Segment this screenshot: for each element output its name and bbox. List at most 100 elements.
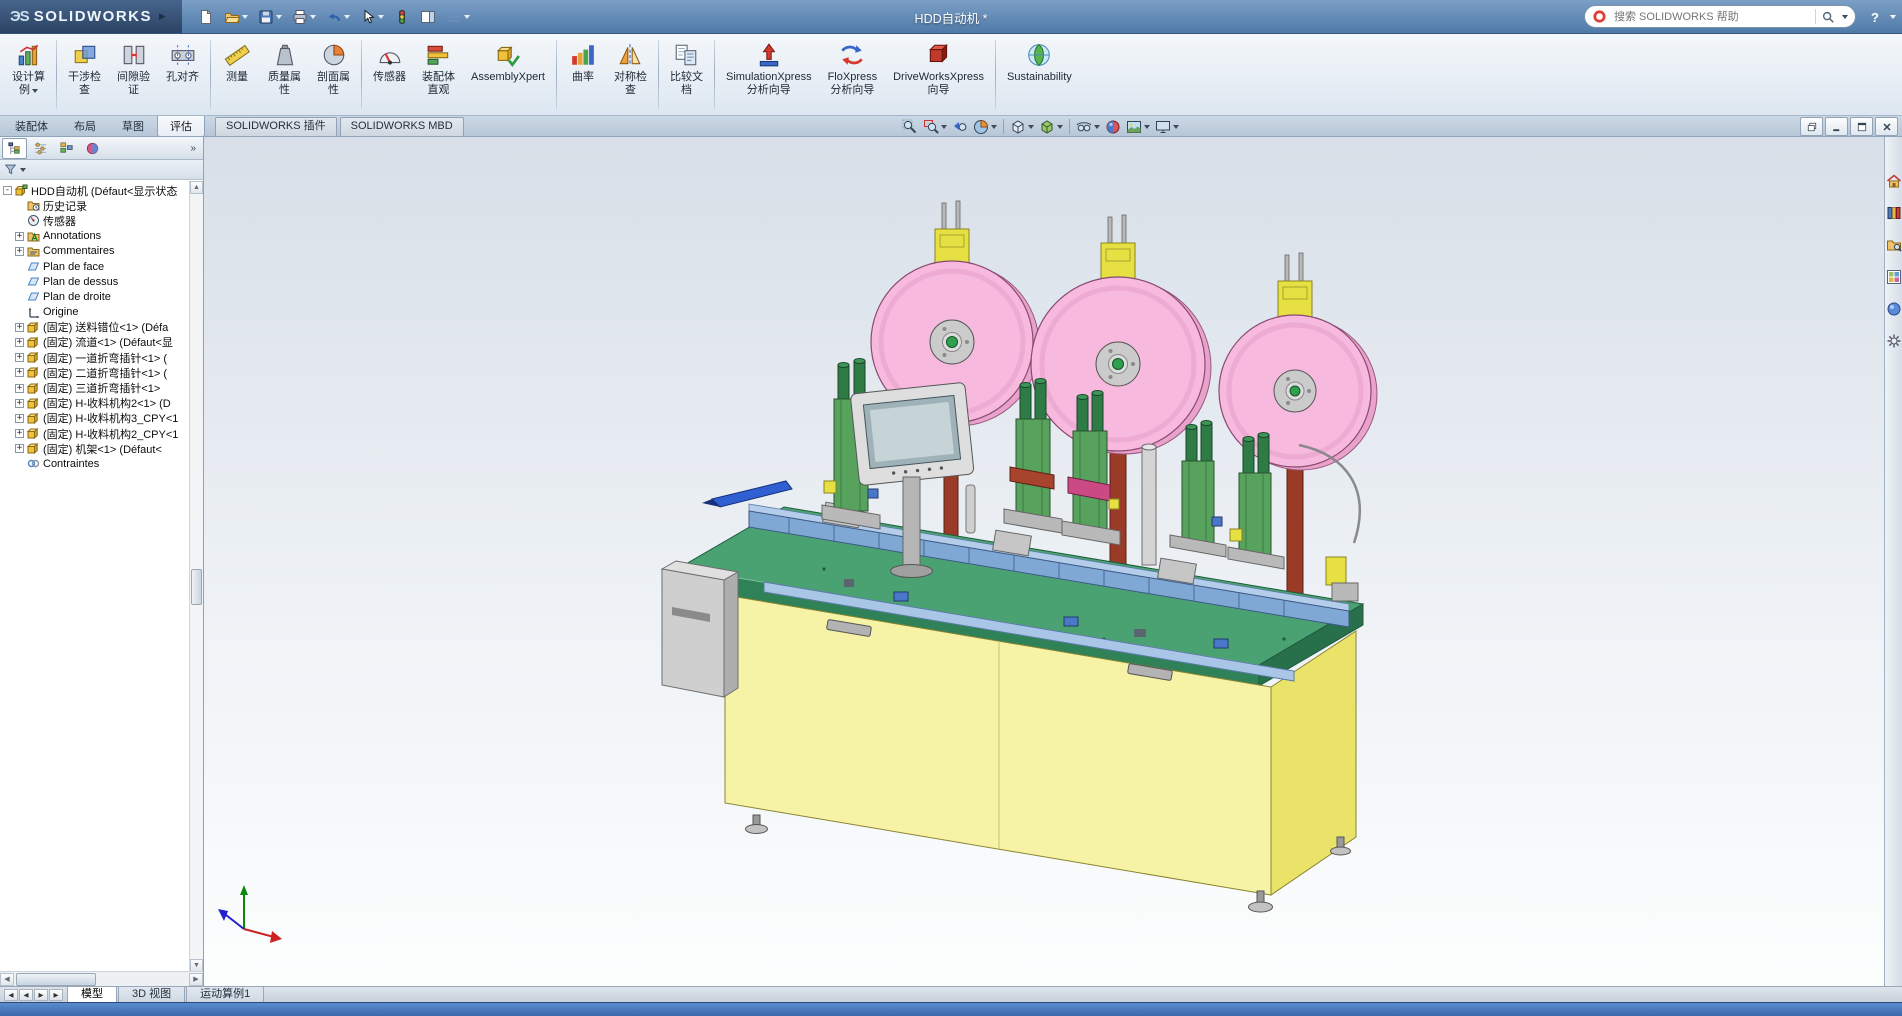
assembly-3d-model[interactable] (204, 137, 1884, 986)
rebuild-button[interactable] (390, 3, 414, 31)
file-explorer-tab[interactable] (1886, 237, 1902, 258)
display-style-button[interactable] (1037, 116, 1065, 137)
horizontal-scroll-thumb[interactable] (16, 973, 96, 986)
zoom-area-button[interactable] (921, 116, 949, 137)
graphics-viewport[interactable] (204, 137, 1884, 986)
expand-icon[interactable]: + (15, 353, 24, 362)
nav-first-button[interactable]: ◀ (4, 989, 18, 1001)
display-pane-button[interactable] (416, 3, 440, 31)
sustainability-button[interactable]: Sustainability (999, 36, 1080, 110)
help-button[interactable]: ? (1867, 9, 1883, 26)
resources-tab[interactable] (1886, 173, 1902, 194)
custom-properties-tab[interactable] (1886, 333, 1902, 354)
select-button[interactable] (356, 3, 388, 31)
expand-icon[interactable]: + (15, 232, 24, 241)
zoom-fit-button[interactable] (900, 116, 920, 137)
help-caret-icon[interactable] (1890, 15, 1896, 19)
expand-icon[interactable]: + (15, 247, 24, 256)
search-box[interactable] (1584, 5, 1856, 28)
view-orientation-button[interactable] (1008, 116, 1036, 137)
configurationmanager-tab[interactable] (54, 138, 79, 159)
hole-align-button[interactable]: 孔对齐 (158, 36, 207, 110)
scroll-right-icon[interactable]: ▶ (189, 973, 203, 986)
view-settings-button[interactable] (1153, 116, 1181, 137)
tab-motion-study-1[interactable]: 运动算例1 (186, 986, 264, 1002)
tab-solidworks-mbd[interactable]: SOLIDWORKS MBD (340, 117, 464, 137)
stylus-part[interactable] (702, 481, 792, 507)
tree-item[interactable]: Origine (0, 305, 190, 320)
tree-item[interactable]: Plan de droite (0, 289, 190, 304)
tree-item[interactable]: Plan de face (0, 259, 190, 274)
search-input[interactable] (1612, 10, 1810, 24)
win-restore-button[interactable] (1800, 117, 1823, 136)
panel-overflow-button[interactable]: » (185, 143, 201, 154)
tree-item[interactable]: +(固定) H-收料机构2_CPY<1 (0, 426, 190, 441)
tab-sketch[interactable]: 草图 (109, 116, 157, 137)
tree-item[interactable]: +Annotations (0, 229, 190, 244)
nav-next-button[interactable]: ▶ (34, 989, 48, 1001)
mass-props-button[interactable]: 质量属性 (260, 36, 309, 110)
tree-item[interactable]: -HDD自动机 (Défaut<显示状态 (0, 183, 190, 198)
tab-solidworks-addins[interactable]: SOLIDWORKS 插件 (215, 117, 337, 137)
appearances-tab[interactable] (1886, 301, 1902, 322)
design-library-tab[interactable] (1886, 205, 1902, 226)
tab-model[interactable]: 模型 (67, 986, 117, 1002)
tab-layout[interactable]: 布局 (61, 116, 109, 137)
search-caret-icon[interactable] (1842, 15, 1848, 19)
search-icon[interactable] (1821, 10, 1835, 24)
tree-item[interactable]: +(固定) 机架<1> (Défaut< (0, 441, 190, 456)
collapse-icon[interactable]: - (3, 186, 12, 195)
view-palette-tab[interactable] (1886, 269, 1902, 290)
menu-flyout-icon[interactable]: ▶ (159, 11, 166, 22)
assembly-xpert-button[interactable]: AssemblyXpert (463, 36, 553, 110)
vertical-scroll-thumb[interactable] (191, 569, 202, 605)
expand-icon[interactable]: + (15, 384, 24, 393)
tree-item[interactable]: +(固定) 一道折弯插针<1> ( (0, 350, 190, 365)
tree-horizontal-scrollbar[interactable]: ◀ ▶ (0, 971, 203, 986)
new-document-button[interactable] (194, 3, 218, 31)
tree-item[interactable]: +(固定) H-收料机构3_CPY<1 (0, 411, 190, 426)
section-view-button[interactable] (971, 116, 999, 137)
reel-2[interactable] (1031, 277, 1211, 454)
featuremanager-tab[interactable] (2, 138, 27, 159)
open-button[interactable] (220, 3, 252, 31)
options-button[interactable] (442, 3, 474, 31)
expand-icon[interactable]: + (15, 399, 24, 408)
curvature-button[interactable]: 曲率 (560, 36, 606, 110)
scroll-up-icon[interactable]: ▲ (190, 181, 203, 194)
tree-item[interactable]: +(固定) 送料错位<1> (Défa (0, 320, 190, 335)
win-close-button[interactable] (1875, 117, 1898, 136)
tab-evaluate[interactable]: 评估 (157, 116, 205, 137)
tree-item[interactable]: 传感器 (0, 213, 190, 228)
undo-button[interactable] (322, 3, 354, 31)
sensor-button[interactable]: 传感器 (365, 36, 414, 110)
nav-last-button[interactable]: ▶ (49, 989, 63, 1001)
scroll-left-icon[interactable]: ◀ (0, 973, 14, 986)
section-props-button[interactable]: 剖面属性 (309, 36, 358, 110)
interference-button[interactable]: 干涉检查 (60, 36, 109, 110)
save-button[interactable] (254, 3, 286, 31)
nav-prev-button[interactable]: ◀ (19, 989, 33, 1001)
tree-item[interactable]: +Commentaires (0, 244, 190, 259)
visualize-button[interactable]: 装配体直观 (414, 36, 463, 110)
measure-button[interactable]: 测量 (214, 36, 260, 110)
apply-scene-button[interactable] (1124, 116, 1152, 137)
collection-bin[interactable] (662, 561, 738, 697)
expand-icon[interactable]: + (15, 323, 24, 332)
tree-item[interactable]: +(固定) H-收料机构2<1> (D (0, 396, 190, 411)
expand-icon[interactable]: + (15, 338, 24, 347)
filter-caret-icon[interactable] (20, 168, 26, 172)
symmetry-button[interactable]: 对称检查 (606, 36, 655, 110)
driveworks-xpress-button[interactable]: DriveWorksXpress向导 (885, 36, 992, 110)
tree-item[interactable]: +(固定) 二道折弯插针<1> ( (0, 365, 190, 380)
clearance-button[interactable]: 间隙验证 (109, 36, 158, 110)
expand-icon[interactable]: + (15, 444, 24, 453)
tree-item[interactable]: 历史记录 (0, 198, 190, 213)
filter-icon[interactable] (4, 163, 17, 176)
compare-button[interactable]: 比较文档 (662, 36, 711, 110)
simulation-xpress-button[interactable]: SimulationXpress分析向导 (718, 36, 820, 110)
expand-icon[interactable]: + (15, 414, 24, 423)
tree-item[interactable]: Contraintes (0, 456, 190, 471)
propertymanager-tab[interactable] (28, 138, 53, 159)
expand-icon[interactable]: + (15, 429, 24, 438)
